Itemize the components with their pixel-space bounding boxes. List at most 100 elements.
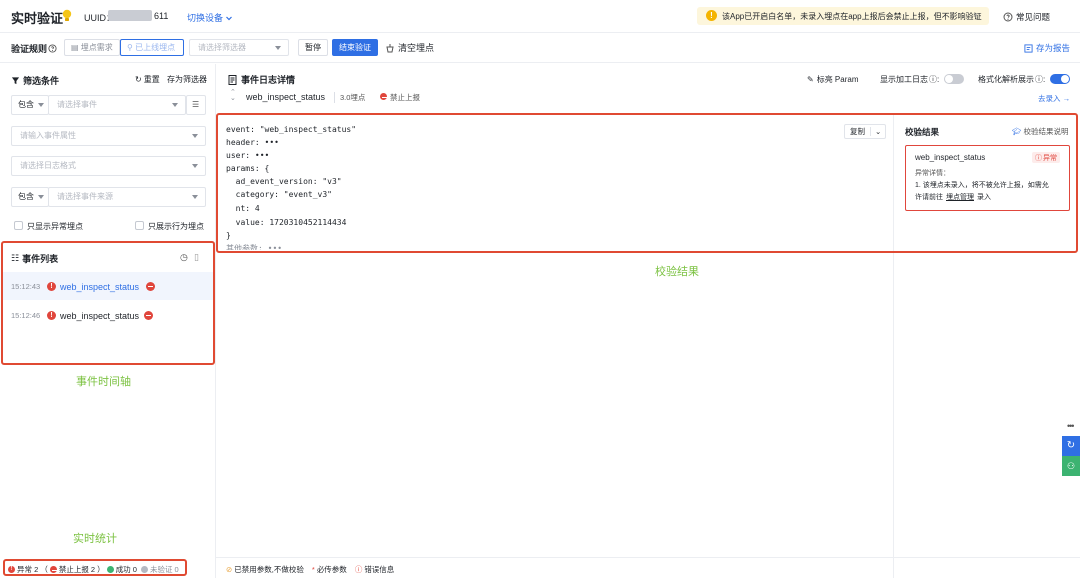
- more-icon[interactable]: •••: [1067, 421, 1075, 431]
- event-select[interactable]: 请选择事件: [48, 95, 186, 115]
- only-behavior-checkbox[interactable]: [135, 221, 144, 230]
- graduation-cap-icon: 🎓︎: [1012, 127, 1022, 136]
- result-explain-label: 校验结果说明: [1023, 127, 1069, 136]
- trash-icon[interactable]: ▯: [194, 252, 199, 263]
- warning-icon: ⓘ: [1035, 154, 1042, 162]
- tracking-management-link[interactable]: 埋点管理: [946, 192, 974, 202]
- clear-label: 清空埋点: [398, 43, 435, 53]
- warning-icon: !: [706, 10, 717, 21]
- result-explain-link[interactable]: 🎓︎ 校验结果说明: [1012, 126, 1069, 137]
- caret-down-icon: [275, 46, 281, 50]
- event-attr-input[interactable]: 请输入事件属性: [11, 126, 206, 146]
- result-detail-line-2: 许请前往 埋点管理 录入: [915, 192, 991, 202]
- caret-down-icon: [172, 103, 178, 107]
- user-icon[interactable]: ⚇: [1062, 456, 1080, 476]
- code-line: event: "web_inspect_status": [226, 125, 357, 134]
- detail-title: 事件日志详情: [228, 73, 295, 86]
- forbid-icon: [380, 93, 387, 100]
- save-filter-button[interactable]: 存为筛选器: [167, 74, 207, 85]
- reset-button[interactable]: ↻ 重置: [135, 74, 160, 85]
- code-line[interactable]: user: •••: [226, 151, 269, 160]
- online-tracking-button[interactable]: ⚲ 已上线埋点: [120, 39, 184, 56]
- go-record-link[interactable]: 去录入 →: [1038, 93, 1070, 104]
- filter-title: 筛选条件: [11, 74, 59, 87]
- end-verify-button[interactable]: 结束验证: [332, 39, 378, 56]
- only-abnormal-checkbox[interactable]: [14, 221, 23, 230]
- pause-button[interactable]: 暂停: [298, 39, 328, 56]
- event-name[interactable]: web_inspect_status: [60, 311, 139, 321]
- uuid-redacted: [108, 10, 152, 21]
- tracking-version: 3.0埋点: [334, 92, 365, 103]
- formatted-display-toggle[interactable]: [1050, 74, 1070, 84]
- save-report-label: 存为报告: [1036, 43, 1071, 53]
- filter-icon: [11, 77, 20, 85]
- tracking-need-button[interactable]: ▤ 埋点需求: [64, 39, 120, 56]
- filter-select-placeholder: 请选择筛选器: [198, 43, 246, 52]
- lightbulb-icon[interactable]: [61, 9, 73, 23]
- switch-device-link[interactable]: 切换设备: [187, 11, 233, 24]
- event-list-title: ☷ 事件列表: [11, 252, 58, 265]
- sync-icon[interactable]: ↻: [1062, 436, 1080, 456]
- pen-icon: ✎: [807, 75, 814, 84]
- help-icon: ⓘ:: [929, 75, 940, 84]
- include-select-1-value: 包含: [18, 100, 34, 109]
- only-behavior-label: 只展示行为埋点: [148, 222, 204, 231]
- collapse-icon[interactable]: ⌃ ⌄: [230, 89, 236, 102]
- caret-down-icon: [38, 103, 44, 107]
- filter-select[interactable]: 请选择筛选器: [189, 39, 289, 56]
- include-select-2-value: 包含: [18, 192, 34, 201]
- result-title: 校验结果: [905, 127, 940, 137]
- event-time: 15:12:46: [11, 311, 41, 320]
- event-source-select[interactable]: 请选择事件来源: [48, 187, 206, 207]
- formatted-display-text: 格式化解析展示: [978, 75, 1034, 84]
- only-abnormal-label: 只显示异常埋点: [27, 222, 83, 231]
- abnormal-badge: ⓘ 异常: [1032, 152, 1060, 163]
- caret-down-icon: [192, 164, 198, 168]
- code-line: ad_event_version: "v3": [226, 177, 342, 186]
- caret-down-icon: [192, 195, 198, 199]
- forbid-icon: [144, 311, 153, 320]
- verify-result-annotation: 校验结果: [655, 266, 699, 278]
- save-report-button[interactable]: 存为报告: [1024, 42, 1070, 54]
- list-view-button[interactable]: ☰: [186, 95, 206, 115]
- chevron-down-icon: [226, 16, 232, 20]
- help-icon[interactable]: [48, 44, 57, 53]
- list-icon: ☷: [11, 253, 20, 263]
- include-select-1[interactable]: 包含: [11, 95, 49, 115]
- code-line[interactable]: header: •••: [226, 138, 279, 147]
- event-attr-placeholder: 请输入事件属性: [20, 131, 76, 140]
- result-detail-text: 1. 该埋点未录入，将不被允许上报，如需允: [915, 182, 1049, 189]
- success-count: 成功 0: [115, 565, 137, 574]
- refresh-icon: ↻: [135, 75, 142, 84]
- code-line: value: 1720310452114434: [226, 218, 347, 227]
- detail-event-name: web_inspect_status: [246, 92, 326, 102]
- include-select-2[interactable]: 包含: [11, 187, 49, 207]
- disabled-icon: ⊘: [226, 565, 233, 574]
- clock-icon[interactable]: ◷: [180, 252, 188, 263]
- result-detail-label: 异常详情：: [915, 170, 950, 177]
- uuid-value: 611: [154, 11, 169, 21]
- log-format-select[interactable]: 请选择日志格式: [11, 156, 206, 176]
- formatted-display-label: 格式化解析展示 ⓘ:: [978, 74, 1045, 85]
- highlight-param-button[interactable]: ✎ 标亮 Param: [807, 74, 859, 85]
- event-time: 15:12:43: [11, 282, 41, 291]
- document-icon: [228, 74, 237, 85]
- clear-tracking-button[interactable]: 清空埋点: [385, 41, 434, 54]
- success-icon: [106, 566, 114, 573]
- copy-button[interactable]: 复制 ⌄: [844, 124, 887, 139]
- caret-down-icon: [38, 195, 44, 199]
- result-event-name: web_inspect_status: [915, 153, 986, 162]
- required-params-label: 必传参数: [316, 565, 347, 574]
- chevron-down-icon[interactable]: ⌄: [870, 127, 885, 136]
- detail-title-text: 事件日志详情: [241, 75, 296, 85]
- faq-link[interactable]: 常见问题: [1003, 11, 1050, 23]
- show-processed-log-toggle[interactable]: [944, 74, 964, 84]
- highlight-param-label: 标亮 Param: [816, 75, 859, 84]
- unverified-icon: [140, 566, 148, 573]
- event-name[interactable]: web_inspect_status: [60, 282, 139, 292]
- caret-down-icon: [192, 134, 198, 138]
- close-icon[interactable]: ×: [973, 10, 978, 20]
- code-line[interactable]: 其他参数: •••: [226, 243, 282, 250]
- forbid-label: 禁止上报: [390, 93, 420, 102]
- required-icon: *: [311, 565, 315, 574]
